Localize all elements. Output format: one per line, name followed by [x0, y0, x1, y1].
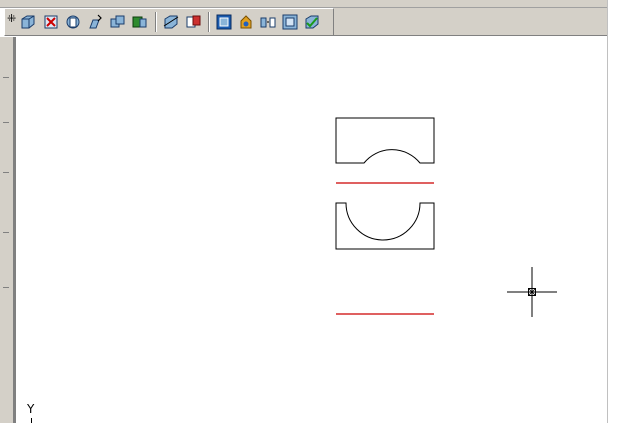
delete-solid-icon[interactable]: [42, 13, 60, 31]
toolbar-area: [334, 8, 619, 36]
check-icon[interactable]: [303, 13, 321, 31]
shade-icon[interactable]: [215, 13, 233, 31]
ucs-y-axis-label: Y: [27, 402, 35, 416]
render-icon[interactable]: [237, 13, 255, 31]
solids-toolbar: ⁜: [4, 8, 334, 36]
dock-tick: [3, 287, 9, 288]
ucs-icon: [31, 418, 32, 423]
slice-icon[interactable]: [162, 13, 180, 31]
section-icon[interactable]: [185, 13, 203, 31]
menu-bar-edge: [0, 0, 619, 8]
crosshair-cursor: [507, 267, 557, 317]
right-scroll-edge: [607, 0, 619, 423]
dock-tick: [3, 232, 9, 233]
revolve-icon[interactable]: [64, 13, 82, 31]
lower-profile[interactable]: [335, 202, 435, 250]
left-dock-panel: [0, 37, 14, 423]
dock-tick: [3, 77, 9, 78]
toolbar-grip[interactable]: ⁜: [7, 13, 16, 31]
dock-tick: [3, 122, 9, 123]
extrude-icon[interactable]: [87, 13, 105, 31]
shell-icon[interactable]: [281, 13, 299, 31]
box-icon[interactable]: [19, 13, 37, 31]
toolbar-separator: [208, 12, 210, 32]
upper-profile[interactable]: [335, 117, 435, 164]
subtract-icon[interactable]: [131, 13, 149, 31]
model-space: [335, 117, 557, 317]
drawing-canvas[interactable]: [14, 37, 607, 423]
union-icon[interactable]: [109, 13, 127, 31]
toolbar-separator: [155, 12, 157, 32]
separate-icon[interactable]: [259, 13, 277, 31]
dock-tick: [3, 172, 9, 173]
